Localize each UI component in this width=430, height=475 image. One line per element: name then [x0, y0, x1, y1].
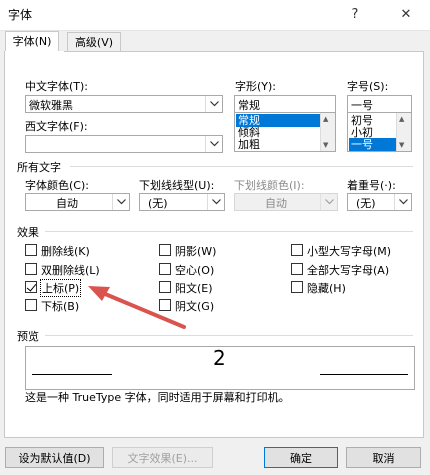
all-caps-label: 全部大写字母(A)	[307, 264, 390, 277]
small-caps-label: 小型大写字母(M)	[307, 245, 392, 258]
scroll-down-icon[interactable]: ▼	[399, 141, 404, 149]
scroll-up-icon[interactable]: ▲	[323, 115, 328, 123]
chevron-down-icon[interactable]	[205, 136, 222, 152]
hidden-label: 隐藏(H)	[307, 282, 346, 295]
outline-label: 空心(O)	[175, 264, 215, 277]
checkbox-box[interactable]	[25, 244, 37, 256]
section-divider	[45, 231, 413, 232]
tab-font-label: 字体(N)	[12, 35, 52, 48]
title-bar: 字体 ? ✕	[0, 0, 430, 30]
help-button[interactable]: ?	[333, 0, 377, 28]
small-caps-checkbox[interactable]: 小型大写字母(M)	[291, 243, 411, 258]
help-icon: ?	[351, 6, 359, 22]
close-button[interactable]: ✕	[384, 0, 428, 28]
preview-sample-text: 2	[213, 346, 226, 370]
font-description: 这是一种 TrueType 字体，同时适用于屏幕和打印机。	[25, 391, 290, 404]
preview-box: 2	[25, 346, 415, 390]
font-style-input[interactable]: 常规	[234, 95, 336, 113]
scroll-down-icon[interactable]: ▼	[323, 141, 328, 149]
font-style-scrollbar[interactable]: ▲ ▼	[320, 113, 335, 151]
subscript-label: 下标(B)	[41, 300, 80, 313]
shadow-checkbox[interactable]: 阴影(W)	[159, 243, 269, 258]
emphasis-mark-combo[interactable]: (无)	[347, 193, 412, 211]
font-style-option[interactable]: 加粗	[236, 138, 260, 151]
scroll-up-icon[interactable]: ▲	[399, 115, 404, 123]
font-style-value: 常规	[238, 99, 260, 112]
font-color-combo[interactable]: 自动	[25, 193, 130, 211]
text-effects-button[interactable]: 文字效果(E)...	[112, 447, 213, 468]
font-size-scrollbar[interactable]: ▲ ▼	[396, 113, 411, 151]
all-caps-checkbox[interactable]: 全部大写字母(A)	[291, 262, 411, 277]
western-font-label: 西文字体(F):	[25, 120, 88, 133]
font-size-option[interactable]: 一号	[349, 138, 398, 151]
tab-join	[5, 51, 64, 52]
shadow-label: 阴影(W)	[175, 245, 217, 258]
emphasis-mark-label: 着重号(·):	[347, 179, 396, 192]
ok-label: 确定	[290, 451, 312, 465]
underline-style-combo[interactable]: (无)	[139, 193, 225, 211]
emphasis-mark-value: (无)	[356, 197, 376, 210]
checkbox-box[interactable]	[159, 263, 171, 275]
chinese-font-value: 微软雅黑	[29, 99, 73, 112]
section-divider	[45, 335, 413, 336]
double-strikethrough-checkbox[interactable]: 双删除线(L)	[25, 262, 135, 277]
strikethrough-checkbox[interactable]: 删除线(K)	[25, 243, 135, 258]
chevron-down-icon[interactable]	[320, 194, 337, 210]
underline-color-label: 下划线颜色(I):	[234, 179, 305, 192]
annotation-arrow-icon	[88, 286, 186, 329]
font-style-list[interactable]: 常规 倾斜 加粗 ▲ ▼	[234, 112, 336, 152]
underline-style-label: 下划线线型(U):	[139, 179, 215, 192]
chevron-down-icon[interactable]	[112, 194, 129, 210]
preview-section-label: 预览	[17, 330, 39, 343]
checkbox-box[interactable]	[291, 244, 303, 256]
cancel-button[interactable]: 取消	[346, 447, 421, 468]
preview-baseline-left	[32, 374, 112, 375]
checkbox-box[interactable]	[25, 263, 37, 275]
checkbox-box[interactable]	[291, 263, 303, 275]
font-style-label: 字形(Y):	[235, 80, 277, 93]
chevron-down-icon[interactable]	[394, 194, 411, 210]
effects-section-label: 效果	[17, 226, 39, 239]
set-default-button[interactable]: 设为默认值(D)	[5, 447, 104, 468]
ok-button[interactable]: 确定	[264, 447, 338, 468]
checkbox-box[interactable]	[291, 281, 303, 293]
checkbox-box[interactable]	[159, 244, 171, 256]
dialog-title: 字体	[8, 8, 33, 22]
underline-style-value: (无)	[148, 197, 168, 210]
underline-color-value: 自动	[265, 197, 287, 210]
strikethrough-label: 删除线(K)	[41, 245, 90, 258]
superscript-label: 上标(P)	[40, 279, 82, 297]
font-size-label: 字号(S):	[347, 80, 389, 93]
font-size-value: 一号	[351, 99, 373, 112]
chevron-down-icon[interactable]	[207, 194, 224, 210]
close-icon: ✕	[400, 6, 412, 22]
section-divider	[70, 166, 413, 167]
font-size-list[interactable]: 初号 小初 一号 ▲ ▼	[347, 112, 412, 152]
underline-color-combo[interactable]: 自动	[234, 193, 338, 211]
hidden-checkbox[interactable]: 隐藏(H)	[291, 280, 411, 295]
checkbox-checked[interactable]	[25, 281, 37, 293]
font-color-value: 自动	[56, 197, 78, 210]
chinese-font-combo[interactable]: 微软雅黑	[25, 95, 223, 113]
tab-advanced-label: 高级(V)	[74, 36, 114, 49]
set-default-label: 设为默认值(D)	[18, 451, 91, 465]
font-color-label: 字体颜色(C):	[25, 179, 89, 192]
text-effects-label: 文字效果(E)...	[127, 451, 198, 465]
outline-checkbox[interactable]: 空心(O)	[159, 262, 269, 277]
cancel-label: 取消	[372, 451, 395, 465]
chinese-font-label: 中文字体(T):	[25, 80, 89, 93]
all-text-section-label: 所有文字	[17, 161, 61, 174]
preview-baseline-right	[320, 374, 408, 375]
western-font-combo[interactable]	[25, 135, 223, 153]
chevron-down-icon[interactable]	[205, 96, 222, 112]
double-strikethrough-label: 双删除线(L)	[41, 264, 100, 277]
font-size-input[interactable]: 一号	[347, 95, 412, 113]
checkbox-box[interactable]	[25, 299, 37, 311]
